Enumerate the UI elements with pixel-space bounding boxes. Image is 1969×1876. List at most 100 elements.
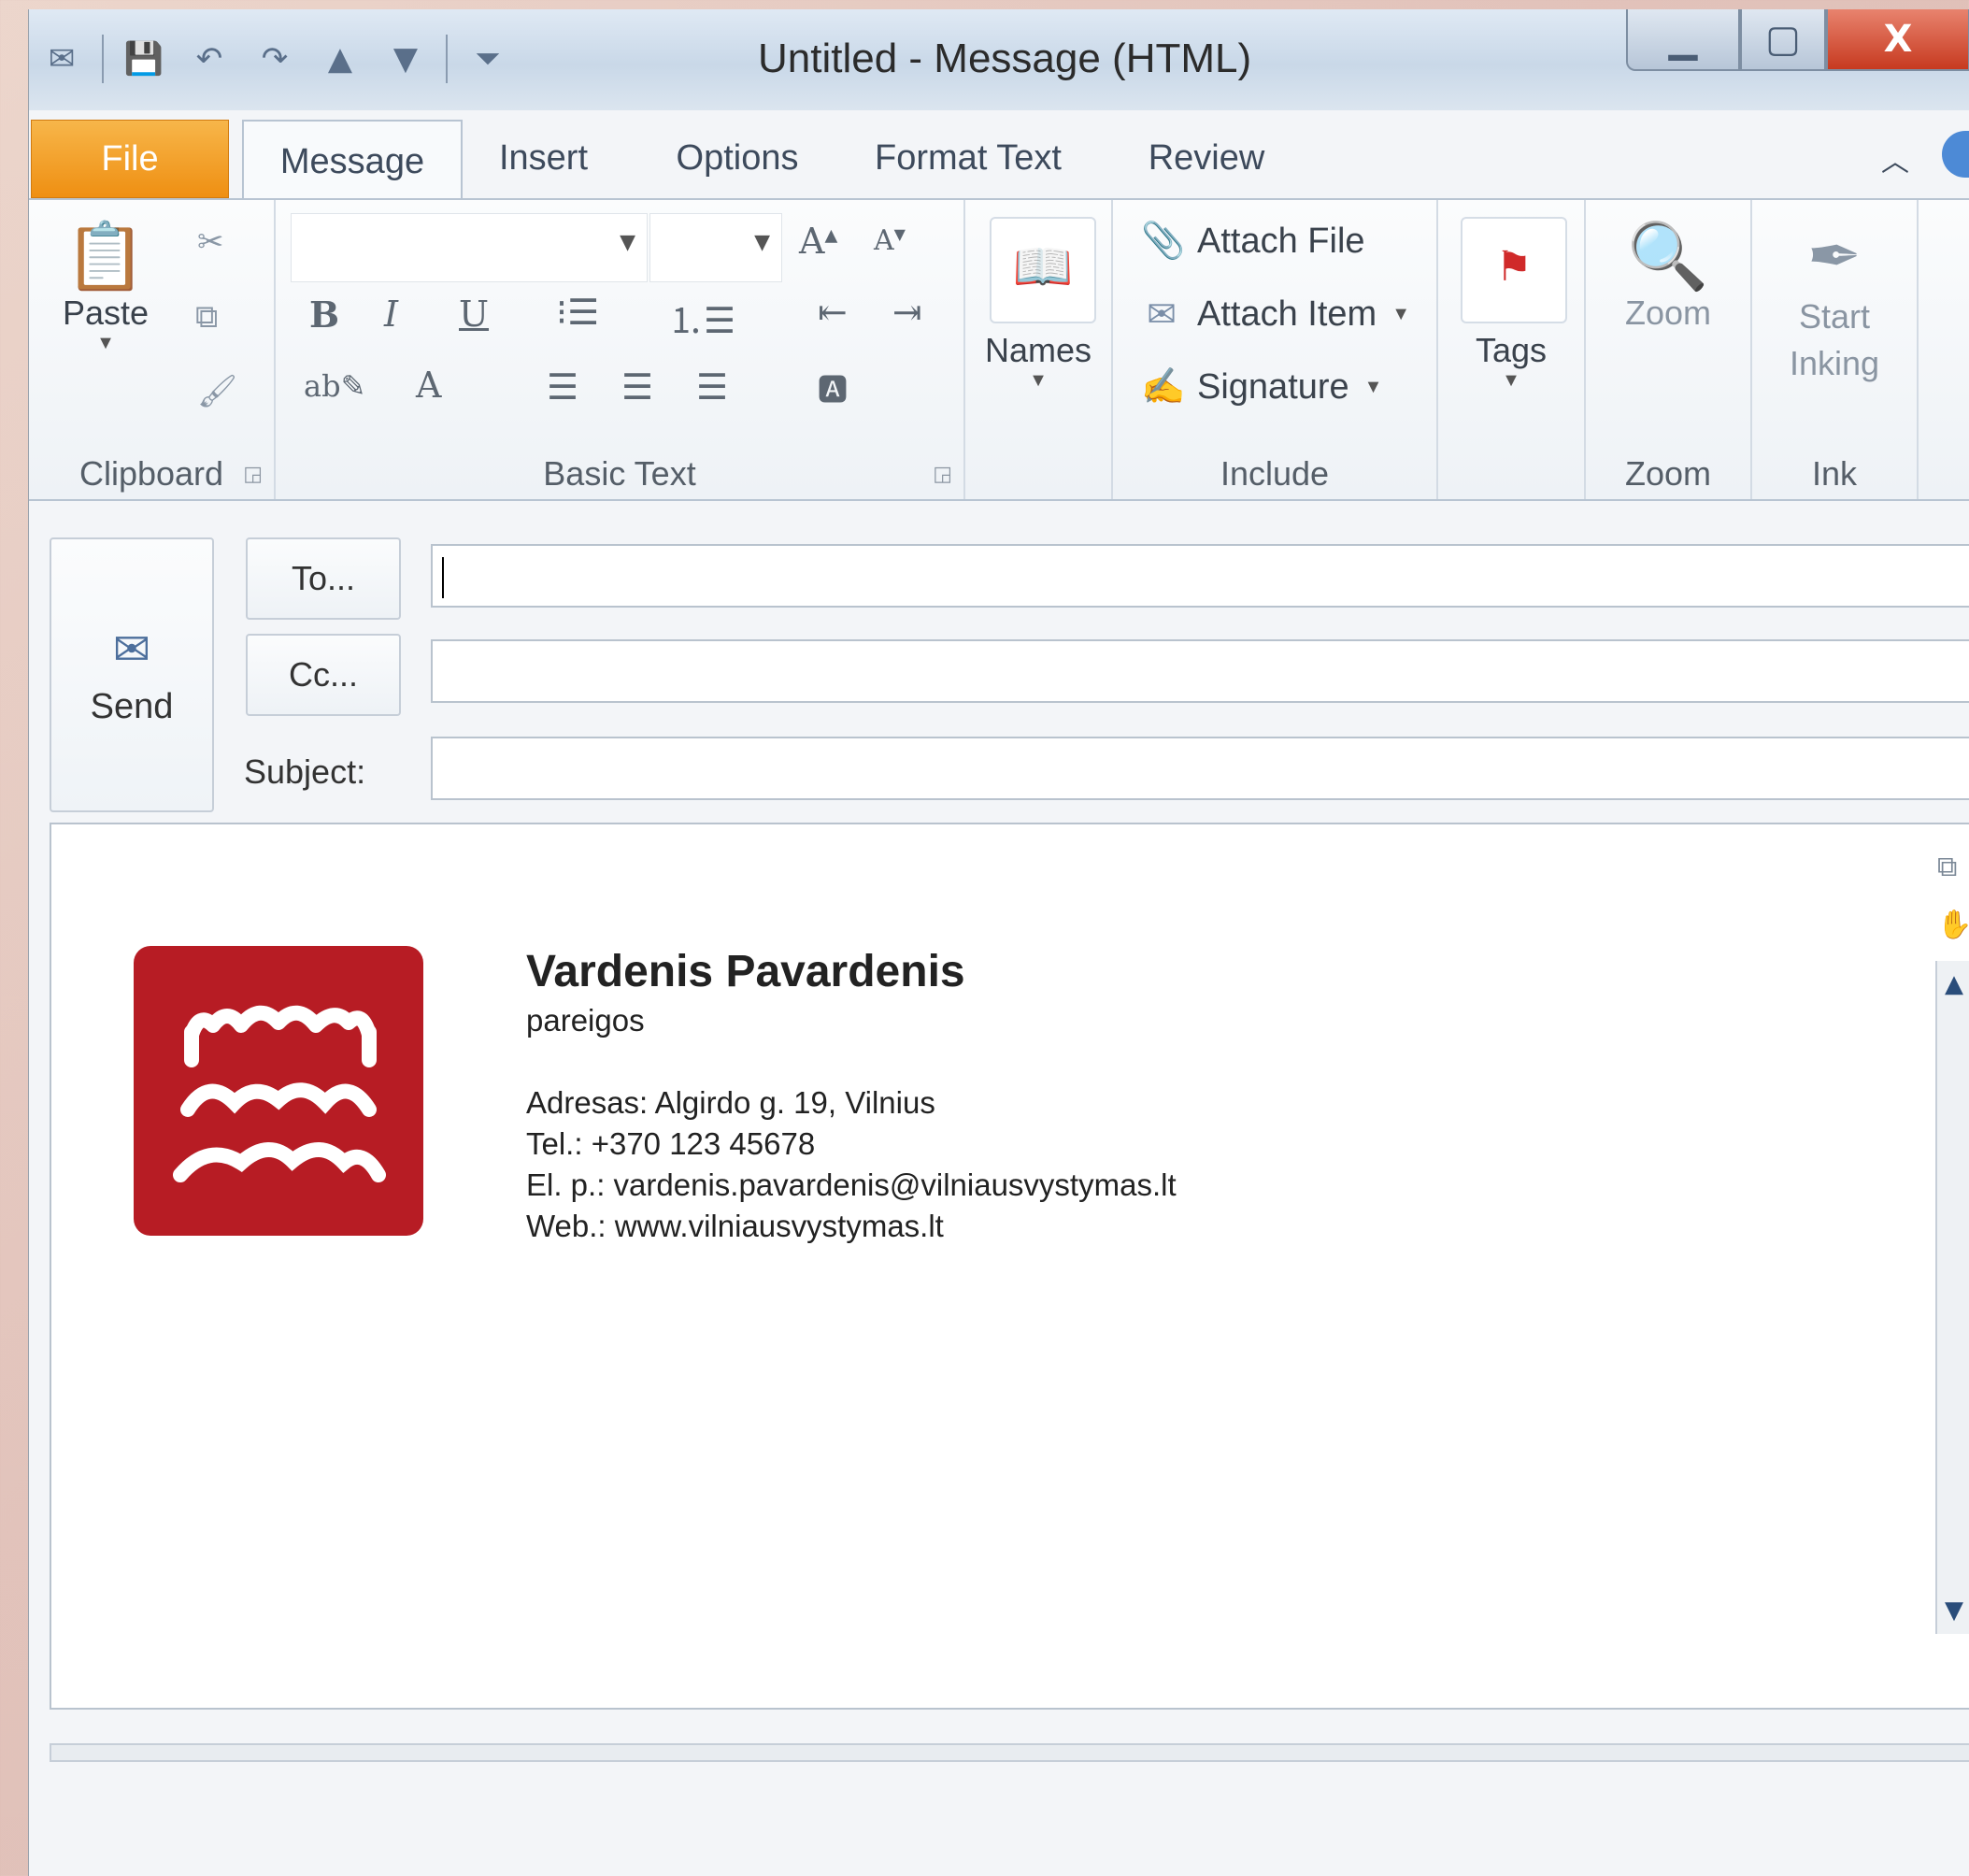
tab-format-text[interactable]: Format Text [851, 120, 1085, 196]
tab-file[interactable]: File [31, 120, 229, 198]
highlight-icon[interactable]: ab✎ [304, 368, 365, 404]
window-title: Untitled - Message (HTML) [758, 36, 1252, 81]
names-button[interactable]: Names ▼ [965, 331, 1111, 392]
attach-file-label: Attach File [1197, 221, 1365, 261]
bold-button[interactable]: B [309, 294, 339, 336]
subject-field[interactable] [431, 737, 1969, 800]
to-field[interactable] [431, 544, 1969, 608]
cc-button[interactable]: Cc... [246, 634, 401, 716]
start-inking-label-1: Start [1798, 297, 1871, 336]
align-right-icon[interactable]: ☰ [696, 366, 728, 408]
attach-item-icon: ✉ [1147, 295, 1177, 335]
qat-separator-2 [446, 35, 448, 83]
magnifier-icon: 🔍 [1627, 220, 1709, 293]
italic-button[interactable]: I [384, 294, 398, 335]
styles-icon[interactable]: 🅰 [818, 366, 848, 409]
group-ink: ✒ Start Inking Ink [1752, 200, 1919, 499]
chevron-down-icon: ▼ [96, 333, 115, 353]
align-center-icon[interactable]: ☰ [621, 366, 653, 408]
signature-position: pareigos [526, 1003, 645, 1038]
basic-text-group-label: Basic Text [543, 454, 696, 493]
message-body[interactable]: Vardenis Pavardenis pareigos Adresas: Al… [50, 823, 1969, 1710]
clipboard-launcher-icon[interactable]: ◲ [243, 463, 263, 486]
cut-icon[interactable]: ✂ [197, 223, 224, 261]
address-book-button[interactable]: 📖 [990, 217, 1096, 323]
undo-icon[interactable]: ↶ [177, 31, 242, 87]
title-bar: ✉ 💾 ↶ ↷ ▲ ▼ ⏷ Untitled - Message (HTML) … [29, 9, 1969, 110]
chevron-down-icon: ▼ [754, 231, 770, 254]
zoom-group-label: Zoom [1624, 454, 1712, 493]
hand-pan-icon[interactable]: ✋ [1937, 909, 1969, 941]
save-icon[interactable]: 💾 [111, 31, 177, 87]
tags-button[interactable]: Tags ▼ [1438, 331, 1584, 392]
flag-button[interactable]: ⚑ [1461, 217, 1567, 323]
include-group-label: Include [1220, 454, 1330, 493]
start-inking-label-2: Inking [1789, 344, 1880, 382]
close-button[interactable]: X [1826, 9, 1969, 71]
signature-address: Adresas: Algirdo g. 19, Vilnius [526, 1085, 935, 1120]
start-inking-button[interactable]: ✒ Start Inking [1752, 219, 1917, 387]
format-painter-icon[interactable]: 🖌 [197, 373, 237, 410]
scroll-lock-icon[interactable]: ⧉ [1937, 851, 1957, 883]
cc-field[interactable] [431, 639, 1969, 703]
quick-access-toolbar: ✉ 💾 ↶ ↷ ▲ ▼ ⏷ [29, 26, 521, 92]
outlook-message-window: ✉ 💾 ↶ ↷ ▲ ▼ ⏷ Untitled - Message (HTML) … [28, 9, 1969, 1876]
window-controls: ▁ ▢ X [1626, 9, 1969, 75]
group-zoom: 🔍 Zoom Zoom [1586, 200, 1752, 499]
customize-qat-icon[interactable]: ⏷ [455, 31, 521, 87]
send-button[interactable]: ✉ Send [50, 537, 214, 812]
ribbon: 📋 Paste ▼ ✂ ⧉ 🖌 Clipboard ◲ ▼ ▼ A▲ A▼ B … [29, 198, 1969, 501]
vertical-scrollbar[interactable]: ▲ ▼ [1935, 961, 1969, 1634]
zoom-button[interactable]: 🔍 Zoom [1586, 219, 1750, 333]
signature-spacer [526, 1041, 1177, 1082]
font-name-combo[interactable]: ▼ [291, 213, 648, 282]
signature-web[interactable]: Web.: www.vilniausvystymas.lt [526, 1206, 1177, 1247]
status-bar [50, 1743, 1969, 1762]
signature-email[interactable]: El. p.: vardenis.pavardenis@vilniausvyst… [526, 1165, 1177, 1206]
numbering-icon[interactable]: ⒈☰ [668, 292, 735, 343]
tab-options[interactable]: Options [653, 120, 821, 196]
pen-icon: ✒ [1806, 220, 1862, 293]
tags-label: Tags [1475, 331, 1548, 369]
signature-icon: ✍ [1141, 367, 1186, 407]
paste-label: Paste [62, 294, 150, 332]
scroll-down-icon[interactable]: ▼ [1945, 1597, 1963, 1625]
previous-item-icon[interactable]: ▲ [307, 31, 373, 87]
bullets-icon[interactable]: ⁝☰ [556, 292, 599, 333]
qat-separator [102, 35, 104, 83]
group-names: 📖 Names ▼ [965, 200, 1113, 499]
underline-button[interactable]: U [459, 294, 489, 335]
tab-message[interactable]: Message [242, 120, 463, 202]
company-logo [134, 946, 423, 1236]
paste-button[interactable]: 📋 Paste ▼ [50, 219, 162, 354]
collapse-ribbon-icon[interactable]: ︿ [1881, 138, 1909, 179]
font-color-icon[interactable]: A [416, 365, 441, 406]
font-size-combo[interactable]: ▼ [649, 213, 782, 282]
basic-text-launcher-icon[interactable]: ◲ [933, 463, 952, 486]
attach-file-button[interactable]: 📎 Attach File [1141, 221, 1365, 262]
attach-item-label: Attach Item [1197, 294, 1377, 334]
shrink-font-icon[interactable]: A▼ [874, 224, 906, 257]
scroll-up-icon[interactable]: ▲ [1945, 970, 1963, 998]
decrease-indent-icon[interactable]: ⇤ [818, 292, 848, 333]
maximize-button[interactable]: ▢ [1740, 9, 1826, 71]
text-caret [442, 557, 444, 598]
increase-indent-icon[interactable]: ⇥ [892, 292, 922, 333]
tab-review[interactable]: Review [1132, 120, 1281, 196]
to-button[interactable]: To... [246, 537, 401, 620]
signature-button[interactable]: ✍ Signature ▼ [1141, 366, 1382, 408]
grow-font-icon[interactable]: A▲ [799, 221, 837, 262]
next-item-icon[interactable]: ▼ [373, 31, 438, 87]
minimize-button[interactable]: ▁ [1626, 9, 1740, 71]
address-book-icon: 📖 [1012, 239, 1074, 295]
attach-item-button[interactable]: ✉ Attach Item ▼ [1141, 294, 1410, 336]
tab-insert[interactable]: Insert [485, 120, 602, 196]
chevron-down-icon: ▼ [1029, 370, 1048, 391]
chevron-down-icon: ▼ [1502, 370, 1520, 391]
outlook-app-icon[interactable]: ✉ [29, 31, 94, 87]
copy-icon[interactable]: ⧉ [195, 298, 218, 336]
help-icon[interactable] [1942, 131, 1969, 178]
ribbon-tabs: File Message Insert Options Format Text … [29, 110, 1969, 202]
redo-icon[interactable]: ↷ [242, 31, 307, 87]
align-left-icon[interactable]: ☰ [547, 366, 578, 408]
